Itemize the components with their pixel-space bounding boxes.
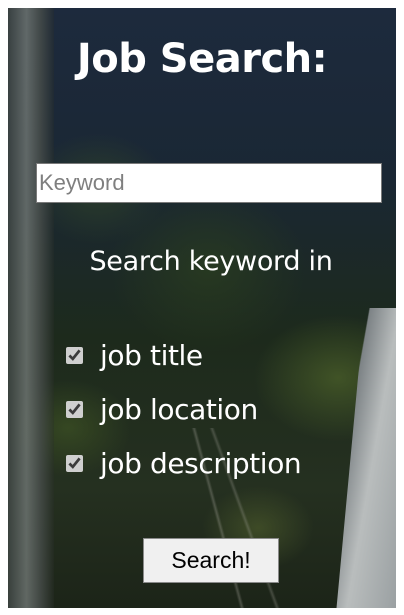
job-location-checkbox[interactable]	[66, 400, 83, 418]
keyword-input[interactable]	[36, 163, 382, 203]
job-location-label: job location	[100, 392, 258, 426]
tree-trunk	[8, 8, 54, 608]
job-description-checkbox[interactable]	[66, 454, 83, 472]
search-button[interactable]: Search!	[143, 538, 279, 583]
white-structure	[336, 308, 396, 608]
page-title: Job Search:	[76, 36, 328, 82]
option-job-location[interactable]: job location	[66, 389, 258, 429]
job-title-label: job title	[100, 338, 203, 372]
background-photo	[8, 8, 396, 608]
job-description-label: job description	[100, 446, 302, 480]
option-job-title[interactable]: job title	[66, 335, 203, 375]
option-job-description[interactable]: job description	[66, 443, 302, 483]
search-in-label: Search keyword in	[89, 246, 333, 277]
job-title-checkbox[interactable]	[66, 346, 83, 364]
